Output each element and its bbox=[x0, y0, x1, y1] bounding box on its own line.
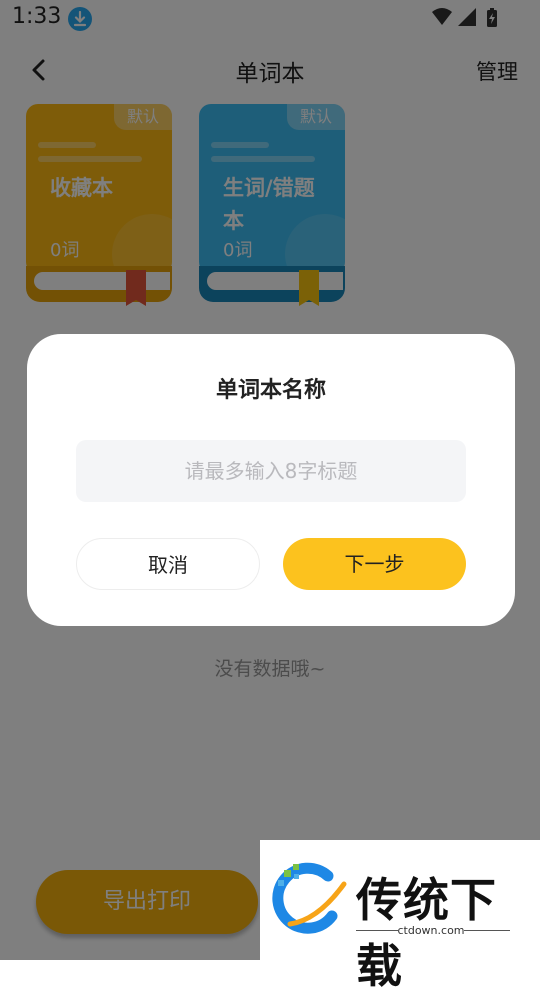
wordbook-name-dialog: 单词本名称 取消 下一步 bbox=[27, 334, 515, 626]
dialog-title: 单词本名称 bbox=[215, 378, 326, 403]
wordbook-name-input[interactable] bbox=[76, 440, 466, 502]
cancel-button[interactable]: 取消 bbox=[76, 538, 260, 590]
next-step-button[interactable]: 下一步 bbox=[283, 538, 466, 590]
ctdown-logo-icon bbox=[268, 858, 350, 940]
watermark: 传统下载 ctdown.com bbox=[260, 840, 540, 993]
